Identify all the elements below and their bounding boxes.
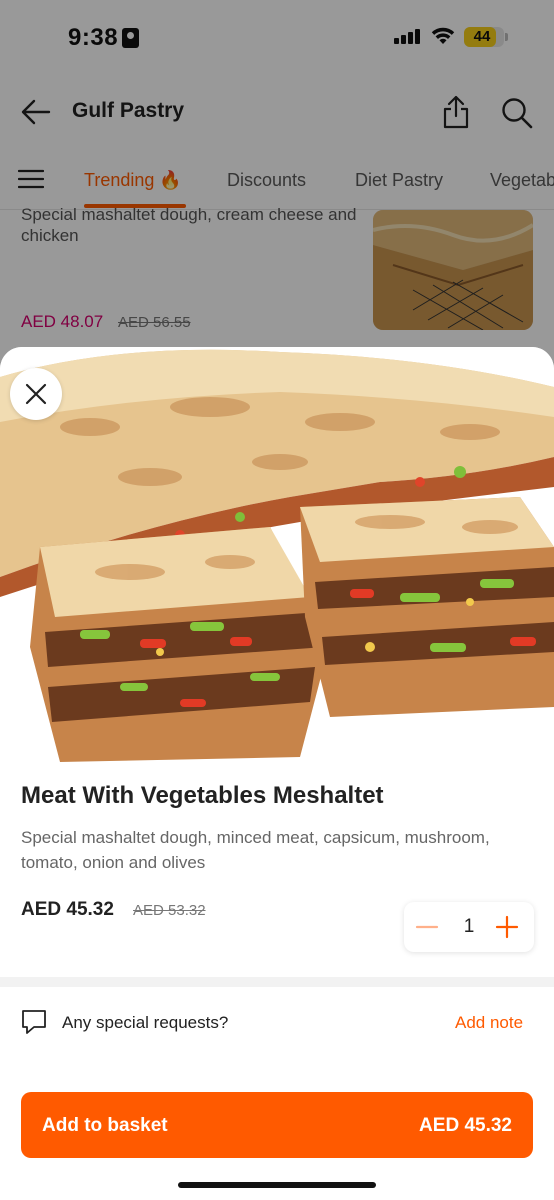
- add-note-link[interactable]: Add note: [455, 1013, 523, 1033]
- basket-button-price: AED 45.32: [419, 1115, 512, 1136]
- add-to-basket-button[interactable]: Add to basket AED 45.32: [21, 1092, 533, 1158]
- plus-icon[interactable]: [494, 915, 520, 939]
- product-sheet: Meat With Vegetables Meshaltet Special m…: [0, 347, 554, 1200]
- product-price: AED 45.32: [21, 899, 114, 920]
- close-icon: [25, 383, 47, 405]
- product-description: Special mashaltet dough, minced meat, ca…: [21, 828, 490, 872]
- special-requests-row[interactable]: Any special requests? Add note: [0, 999, 554, 1049]
- home-indicator: [178, 1182, 376, 1188]
- product-old-price: AED 53.32: [133, 902, 206, 919]
- comment-icon: [22, 1010, 46, 1034]
- quantity-stepper: 1: [404, 902, 534, 952]
- quantity-value: 1: [463, 916, 475, 937]
- basket-button-label: Add to basket: [42, 1115, 168, 1136]
- product-name: Meat With Vegetables Meshaltet: [21, 782, 384, 809]
- section-divider: [0, 977, 554, 987]
- special-requests-label: Any special requests?: [62, 1013, 229, 1032]
- close-button[interactable]: [10, 368, 62, 420]
- minus-icon[interactable]: [414, 915, 440, 939]
- product-image: [0, 347, 554, 762]
